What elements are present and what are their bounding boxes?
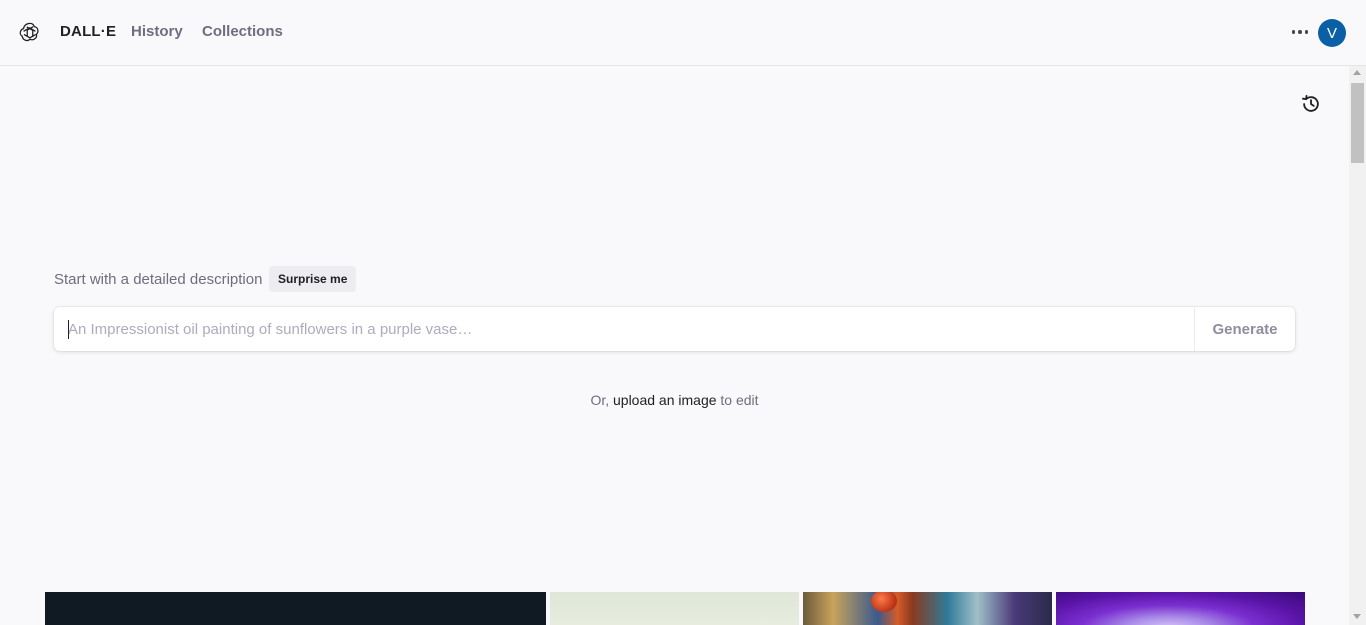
nav-history[interactable]: History <box>131 23 183 40</box>
nav-collections[interactable]: Collections <box>202 23 283 40</box>
more-dot <box>1304 30 1309 34</box>
surprise-me-button[interactable]: Surprise me <box>269 266 357 292</box>
text-caret <box>68 320 69 339</box>
upload-suffix: to edit <box>720 392 759 408</box>
more-horizontal-icon[interactable] <box>1288 22 1312 42</box>
prompt-intro-text: Start with a detailed description <box>54 271 263 288</box>
scroll-down-arrow-icon[interactable] <box>1353 614 1361 619</box>
upload-prefix: Or, <box>590 392 610 408</box>
generate-button[interactable]: Generate <box>1194 307 1295 351</box>
more-dot <box>1291 30 1296 34</box>
more-dot <box>1298 30 1302 34</box>
gallery-image-detail <box>871 592 897 612</box>
gallery-image[interactable] <box>803 592 1052 625</box>
brand-title[interactable]: DALL·E <box>60 23 116 40</box>
prompt-box: Generate <box>54 307 1295 351</box>
scroll-up-arrow-icon[interactable] <box>1353 70 1361 75</box>
page-scrollbar[interactable] <box>1349 66 1366 625</box>
gallery-image[interactable] <box>45 592 546 625</box>
gallery-image[interactable] <box>1056 592 1305 625</box>
upload-line: Or, upload an image to edit <box>0 392 1349 408</box>
gallery-image[interactable] <box>550 592 799 625</box>
scroll-thumb[interactable] <box>1351 83 1364 163</box>
upload-image-link[interactable]: upload an image <box>613 392 717 408</box>
prompt-input[interactable] <box>54 307 1194 351</box>
avatar[interactable]: V <box>1318 19 1346 47</box>
history-icon[interactable] <box>1300 93 1322 115</box>
openai-logo-icon[interactable] <box>19 21 41 43</box>
top-header: DALL·E History Collections V <box>0 0 1366 66</box>
